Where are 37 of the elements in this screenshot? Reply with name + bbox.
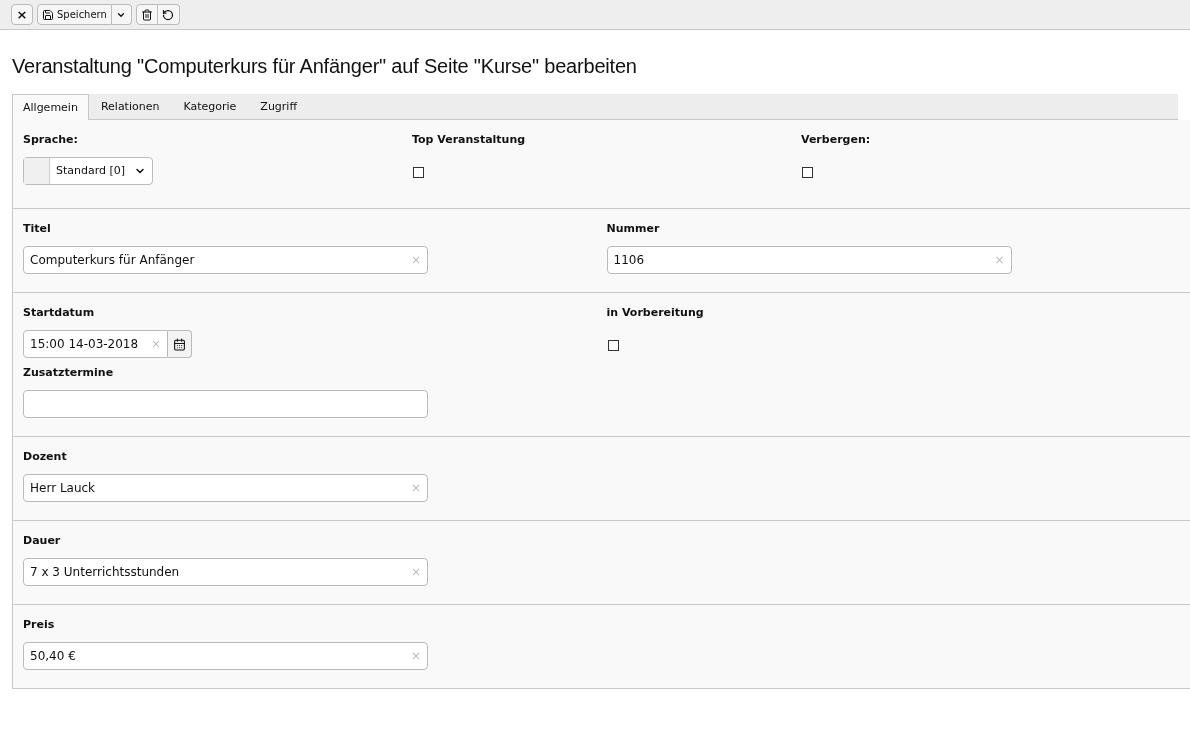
text-field[interactable]: Computerkurs für Anfänger × <box>23 246 428 274</box>
calendar-button[interactable] <box>168 330 192 358</box>
field-label: Titel <box>23 222 51 236</box>
save-icon <box>42 8 54 21</box>
text-field[interactable]: 1106 × <box>606 246 1012 274</box>
checkbox[interactable] <box>607 340 619 351</box>
field-label: Startdatum <box>23 306 95 320</box>
field-label: Preis <box>23 618 55 632</box>
field-label: Verbergen: <box>801 133 871 147</box>
text-field[interactable]: 7 x 3 Unterrichtsstunden × <box>23 558 428 586</box>
undo-icon <box>162 8 175 21</box>
page-title: Veranstaltung "Computerkurs für Anfänger" auf Seite "Kurse" bearbeiten <box>12 54 638 79</box>
text-field[interactable]: 50,40 € × <box>23 642 428 670</box>
tab[interactable]: Kategorie <box>171 94 249 119</box>
text-field[interactable]: Herr Lauck × <box>23 474 428 502</box>
tab[interactable]: Allgemein <box>12 94 89 120</box>
delete-button[interactable] <box>135 4 158 25</box>
language-select[interactable]: Standard [0] <box>23 157 153 185</box>
field-label: Sprache: <box>23 133 78 147</box>
trash-icon <box>140 8 153 21</box>
tab[interactable]: Zugriff <box>248 94 309 119</box>
text-field[interactable] <box>23 390 428 418</box>
checkbox[interactable] <box>802 167 813 178</box>
calendar-icon <box>173 337 186 351</box>
field-label: Top Veranstaltung <box>412 133 526 147</box>
field-label: Nummer <box>606 222 660 236</box>
field-label: Dauer <box>23 534 61 548</box>
tab[interactable]: Relationen <box>88 94 172 119</box>
save-options-button[interactable] <box>111 4 132 25</box>
field-label: Zusatztermine <box>23 366 114 380</box>
field-label: in Vorbereitung <box>606 306 704 320</box>
save-button[interactable]: Speichern <box>37 4 112 25</box>
field-label: Dozent <box>23 450 67 464</box>
date-field[interactable]: 15:00 14-03-2018 × <box>23 330 168 358</box>
close-button[interactable]: × <box>11 4 33 25</box>
checkbox[interactable] <box>413 167 424 178</box>
undo-button[interactable] <box>157 4 180 25</box>
